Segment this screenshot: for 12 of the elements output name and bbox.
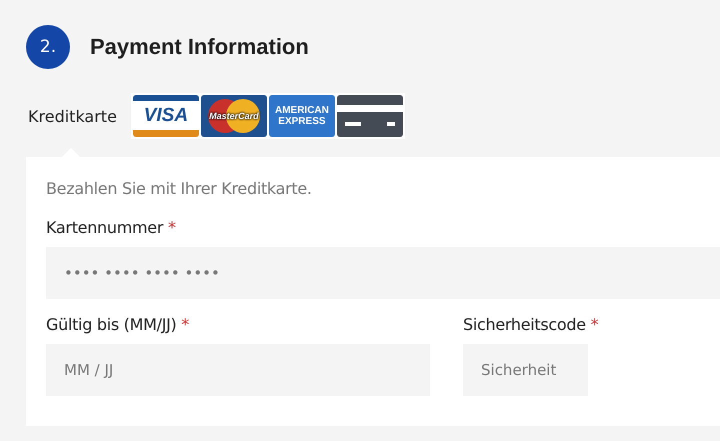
field-label: Kartennummer *: [46, 218, 177, 237]
payment-method-label: Kreditkarte: [28, 106, 117, 126]
card-logo: VISA: [132, 95, 199, 137]
intro-text: Bezahlen Sie mit Ihrer Kreditkarte.: [46, 179, 313, 198]
section-title: Payment Information: [90, 34, 309, 60]
card-logo: AMERICAN EXPRESS: [268, 95, 335, 137]
input-field[interactable]: MM / JJ: [46, 344, 430, 396]
input-field[interactable]: Sicherheit: [463, 344, 588, 396]
field-label: Gültig bis (MM/JJ) *: [46, 315, 190, 334]
input-field[interactable]: •••• •••• •••• ••••: [46, 247, 720, 299]
field-label: Sicherheitscode *: [463, 315, 600, 334]
step-number: 2.: [26, 25, 70, 69]
